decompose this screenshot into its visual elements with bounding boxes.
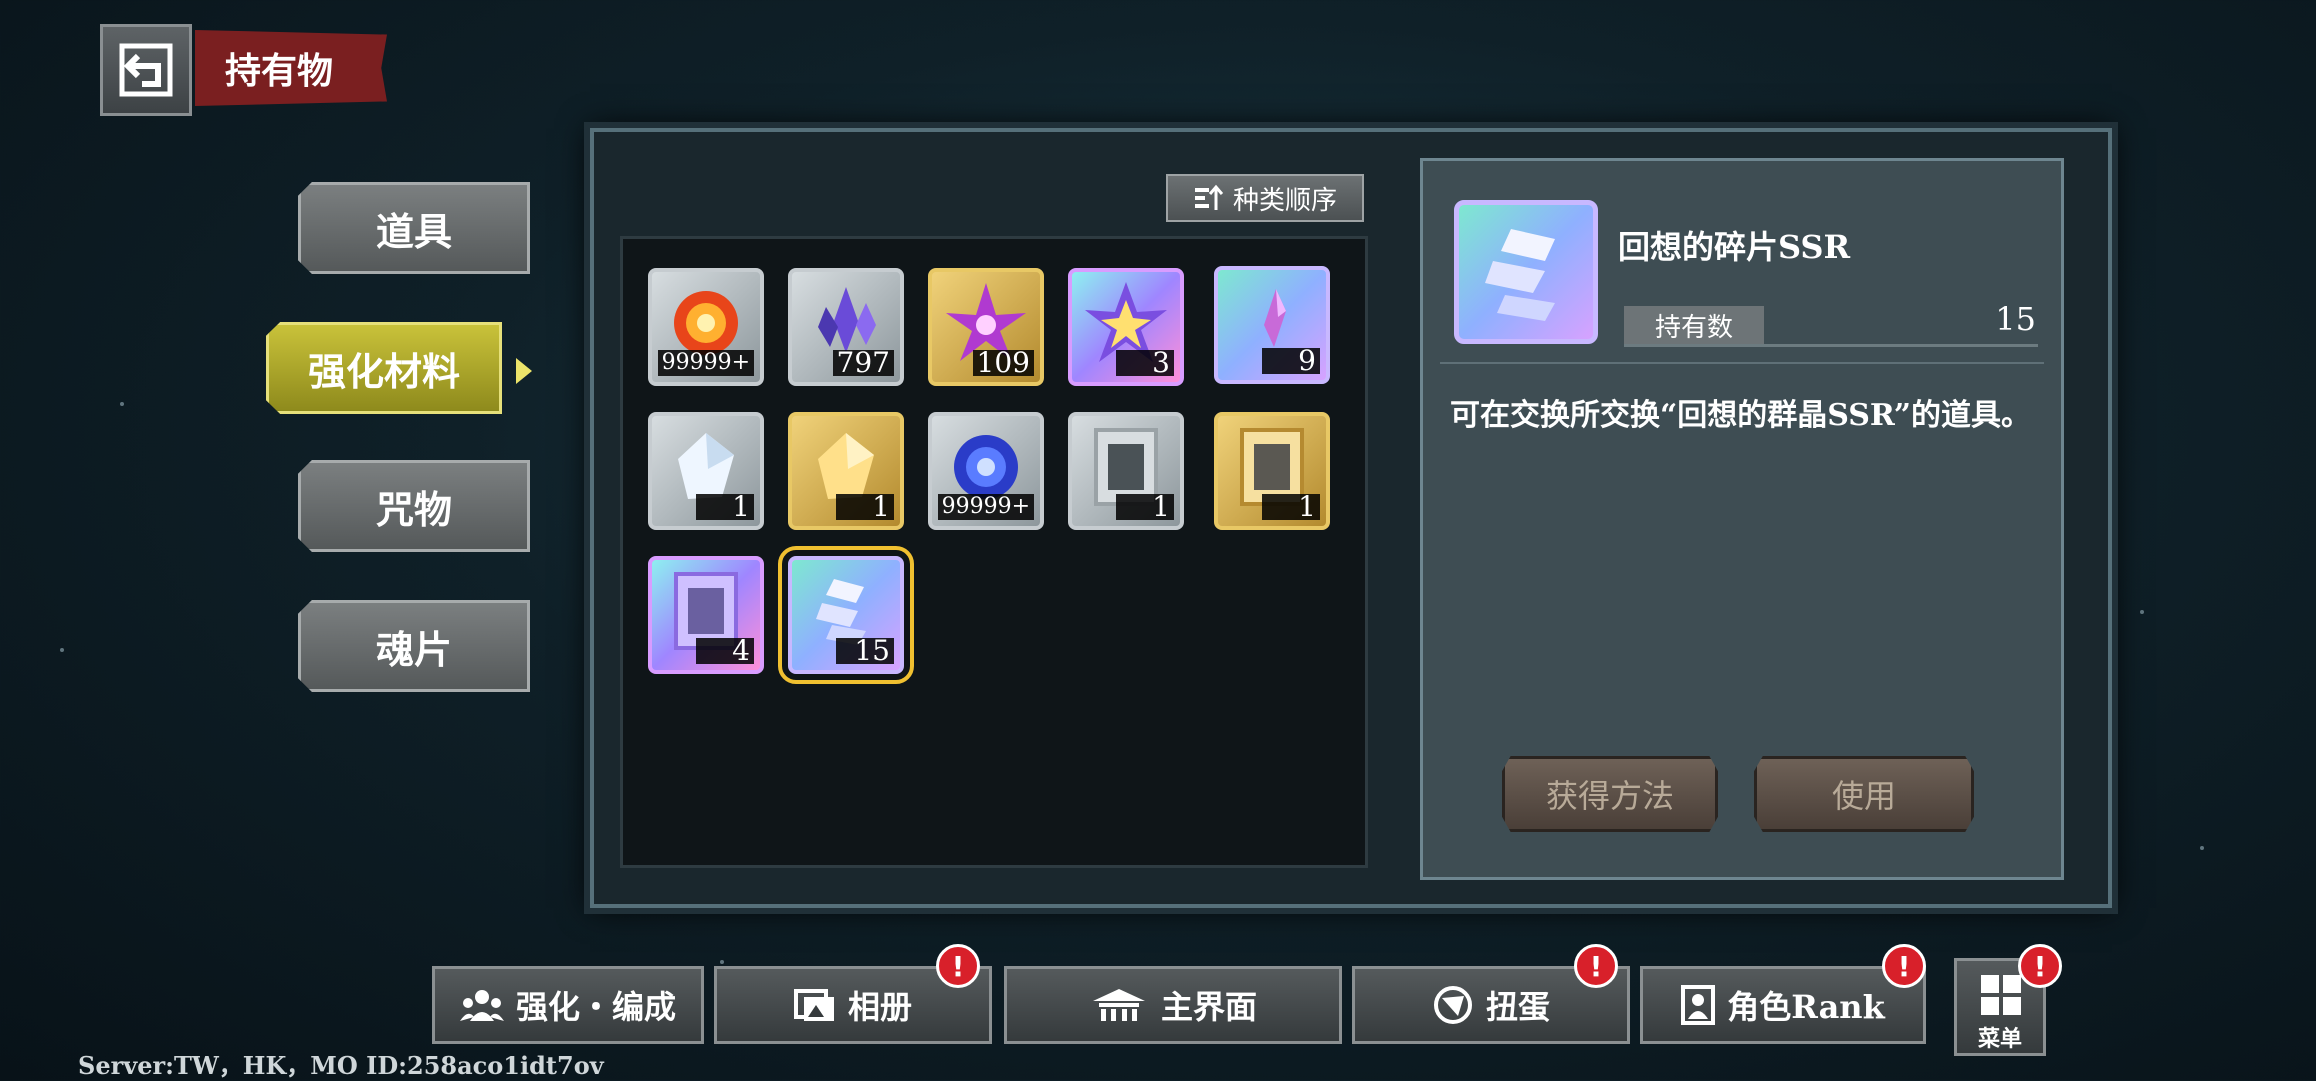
divider xyxy=(1440,362,2044,364)
album-icon xyxy=(793,989,834,1021)
item-slot[interactable]: 109 xyxy=(928,268,1044,386)
background-star xyxy=(120,402,124,406)
owned-count-label: 持有数 xyxy=(1624,306,1764,344)
nav-enhance-formation[interactable]: 强化・编成 xyxy=(432,966,704,1044)
back-button[interactable] xyxy=(100,24,192,116)
menu-alert-badge: ! xyxy=(2018,944,2062,988)
use-button[interactable]: 使用 xyxy=(1754,756,1974,832)
rank-alert-badge: ! xyxy=(1882,944,1926,988)
album-alert-badge: ! xyxy=(936,944,980,988)
grid-menu-icon xyxy=(1981,975,2021,1015)
background-star xyxy=(60,648,64,652)
item-slot[interactable]: 99999+ xyxy=(928,412,1044,530)
item-name: 回想的碎片SSR xyxy=(1618,228,1851,266)
background-star xyxy=(2140,610,2144,614)
selected-item-icon xyxy=(1454,200,1598,344)
item-slot[interactable]: 99999+ xyxy=(648,268,764,386)
item-slot-selected[interactable]: 15 xyxy=(778,546,914,684)
team-icon xyxy=(459,990,504,1021)
page-title: 持有物 xyxy=(195,30,387,106)
active-tab-indicator-icon xyxy=(516,358,532,384)
background-star xyxy=(2200,846,2204,850)
tab-soul-fragments[interactable]: 魂片 xyxy=(298,600,530,692)
menu-label: 菜单 xyxy=(1977,1026,2022,1052)
tab-enhance-materials[interactable]: 强化材料 xyxy=(266,322,502,414)
tab-items[interactable]: 道具 xyxy=(298,182,530,274)
gacha-icon xyxy=(1433,986,1472,1024)
item-description: 可在交换所交换“回想的群晶SSR”的道具。 xyxy=(1450,398,2032,433)
nav-character-rank[interactable]: 角色Rank xyxy=(1640,966,1926,1044)
nav-home[interactable]: 主界面 xyxy=(1004,966,1342,1044)
return-arrow-icon xyxy=(119,43,173,97)
item-slot[interactable]: 9 xyxy=(1214,266,1330,384)
sort-button[interactable]: 种类顺序 xyxy=(1166,174,1364,222)
item-slot[interactable]: 4 xyxy=(648,556,764,674)
tab-cursed-items[interactable]: 咒物 xyxy=(298,460,530,552)
background-star xyxy=(720,960,724,964)
item-slot[interactable]: 1 xyxy=(1214,412,1330,530)
owned-count-value: 15 xyxy=(1995,300,2036,338)
server-info: Server:TW，HK，MO ID:258aco1idt7ov xyxy=(78,1051,604,1080)
item-slot[interactable]: 1 xyxy=(1068,412,1184,530)
gacha-alert-badge: ! xyxy=(1574,944,1618,988)
item-slot[interactable]: 1 xyxy=(648,412,764,530)
item-slot[interactable]: 797 xyxy=(788,268,904,386)
home-icon xyxy=(1092,989,1145,1021)
obtain-method-button[interactable]: 获得方法 xyxy=(1502,756,1718,832)
sort-icon xyxy=(1194,184,1223,210)
item-slot[interactable]: 3 xyxy=(1068,268,1184,386)
item-slot[interactable]: 1 xyxy=(788,412,904,530)
memory-fragment-icon xyxy=(1485,229,1555,321)
character-icon xyxy=(1681,985,1716,1025)
